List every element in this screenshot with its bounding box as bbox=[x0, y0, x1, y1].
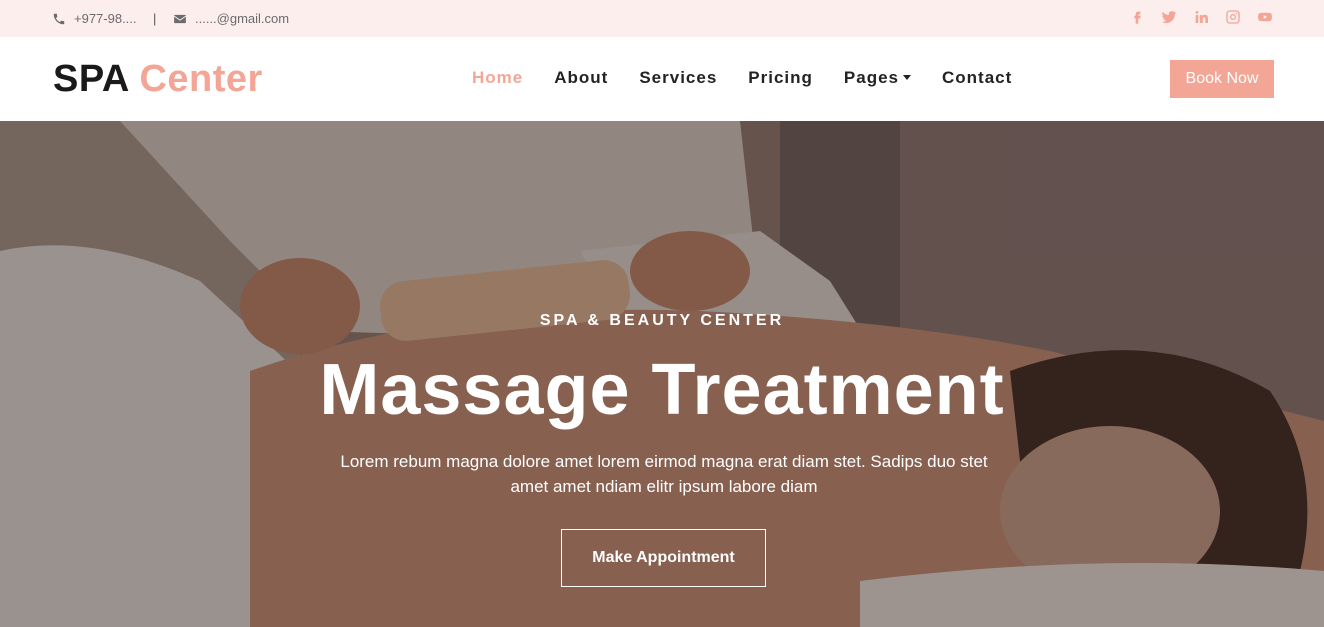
nav-item-contact[interactable]: Contact bbox=[942, 67, 1012, 89]
phone-text: +977-98.... bbox=[74, 11, 137, 26]
nav-menu: Home About Services Pricing Pages Contac… bbox=[472, 67, 1043, 89]
nav-item-home[interactable]: Home bbox=[472, 67, 523, 89]
nav-item-about[interactable]: About bbox=[554, 67, 608, 89]
brand-logo[interactable]: SPA Center bbox=[53, 57, 263, 101]
make-appointment-button[interactable]: Make Appointment bbox=[561, 529, 766, 587]
nav-item-pages-dropdown[interactable]: Pages bbox=[844, 67, 911, 89]
hero-title: Massage Treatment bbox=[319, 350, 1005, 430]
envelope-icon bbox=[173, 12, 187, 26]
social-links bbox=[1128, 0, 1274, 34]
linkedin-icon[interactable] bbox=[1192, 8, 1210, 26]
hero-subtitle: SPA & BEAUTY CENTER bbox=[539, 312, 785, 329]
hero-section: SPA & BEAUTY CENTER Massage Treatment Lo… bbox=[0, 121, 1324, 627]
book-now-button[interactable]: Book Now bbox=[1170, 60, 1274, 98]
brand-part-center: Center bbox=[139, 58, 263, 100]
nav-item-pages-label: Pages bbox=[843, 68, 899, 87]
brand-part-spa: SPA bbox=[53, 58, 129, 100]
nav-item-pricing[interactable]: Pricing bbox=[748, 67, 813, 89]
main-navbar: SPA Center Home About Services Pricing P… bbox=[0, 37, 1324, 121]
phone-icon bbox=[52, 12, 66, 26]
phone-contact[interactable]: +977-98.... bbox=[52, 0, 137, 37]
topbar-separator: | bbox=[153, 11, 157, 26]
youtube-icon[interactable] bbox=[1256, 8, 1274, 26]
nav-item-services[interactable]: Services bbox=[639, 67, 717, 89]
facebook-icon[interactable] bbox=[1128, 8, 1146, 26]
email-text: ......@gmail.com bbox=[195, 11, 290, 26]
caret-down-icon bbox=[903, 75, 911, 80]
hero-description: Lorem rebum magna dolore amet lorem eirm… bbox=[340, 452, 988, 496]
twitter-icon[interactable] bbox=[1160, 8, 1178, 26]
email-contact[interactable]: ......@gmail.com bbox=[173, 0, 289, 37]
top-bar: +977-98.... | ......@gmail.com bbox=[0, 0, 1324, 37]
instagram-icon[interactable] bbox=[1224, 8, 1242, 26]
